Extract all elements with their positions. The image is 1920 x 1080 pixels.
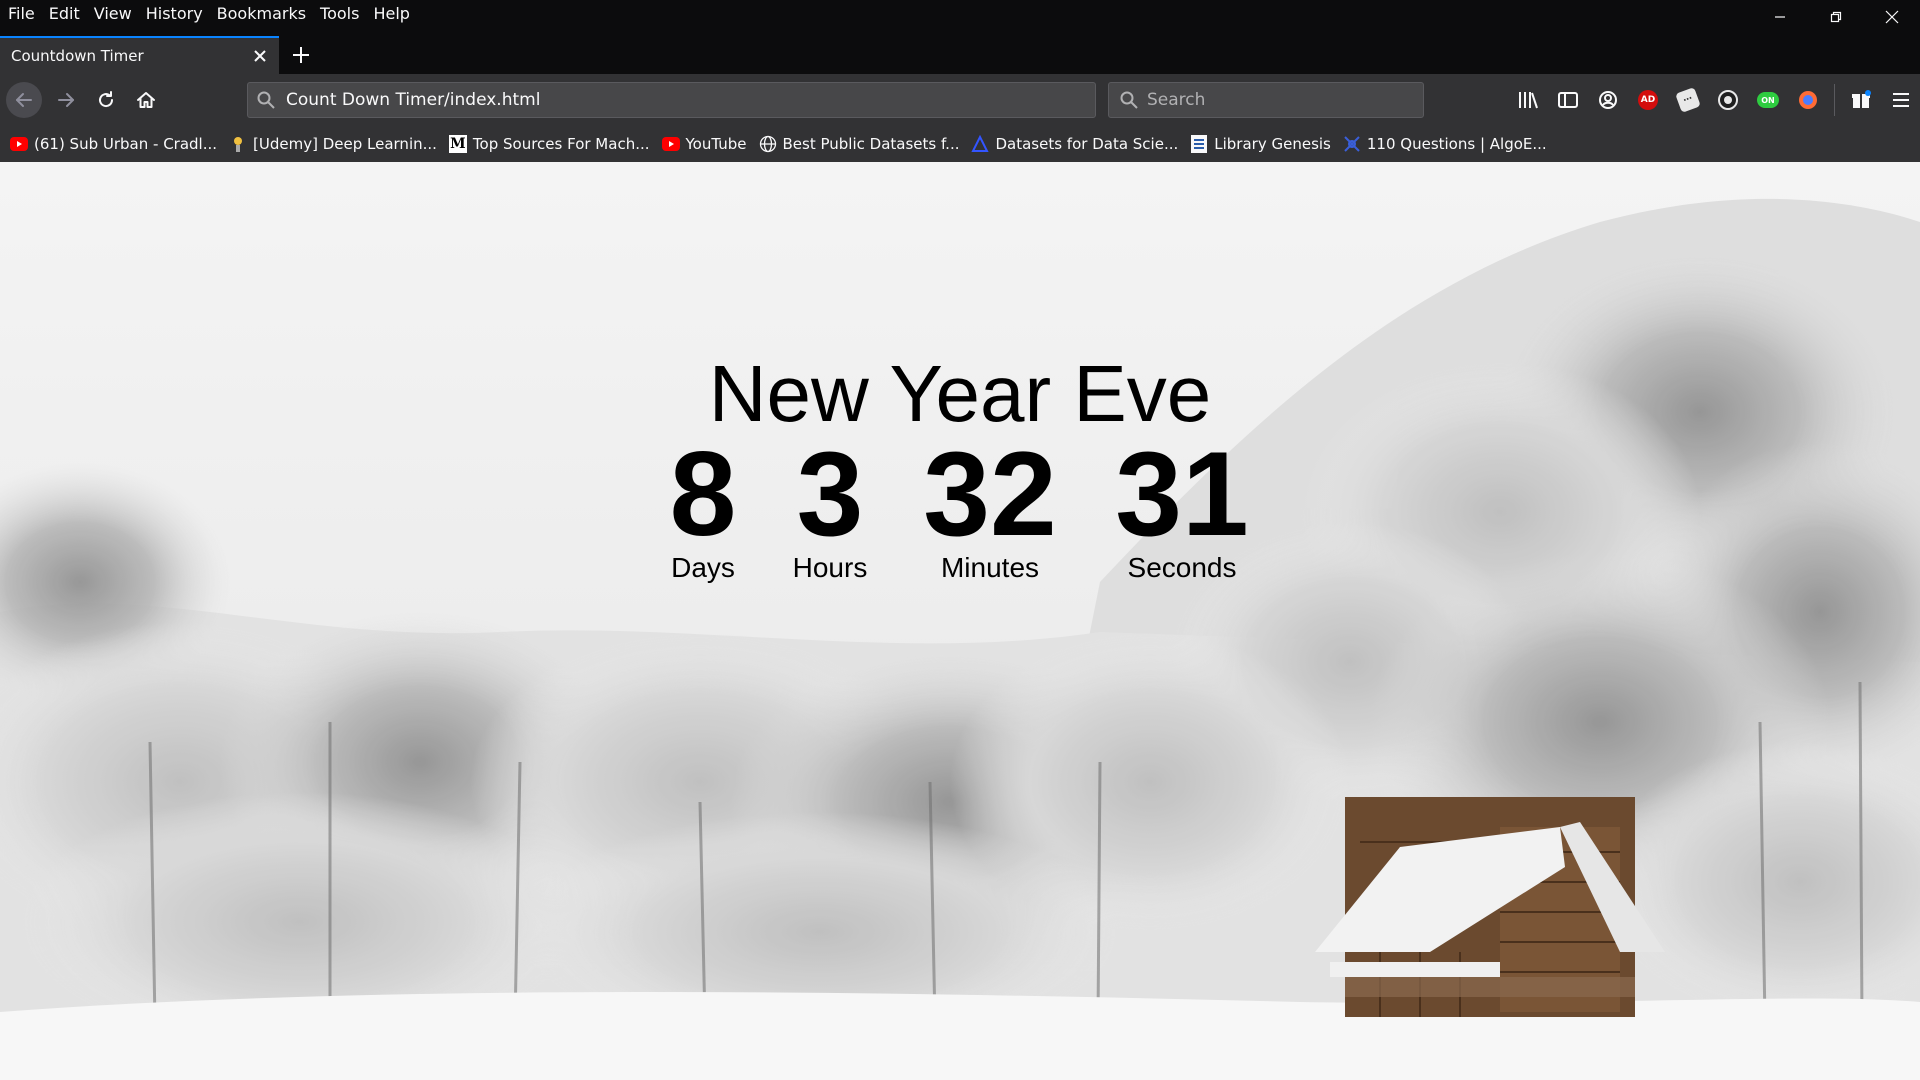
udemy-icon bbox=[229, 135, 247, 153]
globe-icon bbox=[759, 135, 777, 153]
menu-file[interactable]: File bbox=[0, 0, 42, 28]
reload-button[interactable] bbox=[88, 82, 124, 118]
extension-icon-4[interactable] bbox=[1788, 82, 1828, 118]
adblock-icon[interactable]: AD bbox=[1628, 82, 1668, 118]
extension-icon-3[interactable]: ON bbox=[1748, 82, 1788, 118]
sidebar-icon[interactable] bbox=[1548, 82, 1588, 118]
tab-close-button[interactable] bbox=[245, 41, 275, 71]
plus-icon bbox=[293, 47, 309, 63]
whats-new-icon[interactable] bbox=[1841, 82, 1881, 118]
menu-bookmarks[interactable]: Bookmarks bbox=[210, 0, 313, 28]
url-text: Count Down Timer/index.html bbox=[286, 90, 541, 110]
window-controls bbox=[1752, 0, 1920, 36]
bookmark-label: Library Genesis bbox=[1214, 135, 1331, 153]
bookmark-item[interactable]: [Udemy] Deep Learnin... bbox=[229, 135, 437, 153]
medium-icon: M bbox=[448, 135, 467, 153]
menu-edit[interactable]: Edit bbox=[42, 0, 87, 28]
close-icon bbox=[254, 50, 266, 62]
arrow-right-icon bbox=[58, 93, 74, 107]
bookmark-item[interactable]: 110 Questions | AlgoE... bbox=[1343, 135, 1547, 153]
library-icon[interactable] bbox=[1508, 82, 1548, 118]
triangle-icon bbox=[971, 135, 990, 153]
url-bar[interactable]: Count Down Timer/index.html bbox=[247, 82, 1096, 118]
close-window-button[interactable] bbox=[1864, 0, 1920, 34]
minutes-value: 32 bbox=[923, 427, 1057, 561]
navigation-toolbar: Count Down Timer/index.html AD ⋯ ON bbox=[0, 74, 1920, 126]
account-icon[interactable] bbox=[1588, 82, 1628, 118]
bookmark-item[interactable]: YouTube bbox=[661, 135, 747, 153]
countdown-container: New Year Eve 8 Days 3 Hours 32 Minutes 3… bbox=[0, 162, 1920, 1080]
minimize-button[interactable] bbox=[1752, 0, 1808, 34]
menu-view[interactable]: View bbox=[87, 0, 139, 28]
days-value: 8 bbox=[669, 427, 737, 561]
menu-icon[interactable] bbox=[1881, 82, 1920, 118]
bookmark-item[interactable]: M Top Sources For Mach... bbox=[448, 135, 650, 153]
toolbar-separator bbox=[1834, 84, 1835, 116]
minutes-counter: 32 Minutes bbox=[920, 434, 1060, 584]
search-bar[interactable] bbox=[1108, 82, 1424, 118]
bookmark-item[interactable]: Datasets for Data Scie... bbox=[971, 135, 1178, 153]
algoexpert-icon bbox=[1343, 135, 1361, 153]
extension-icon[interactable]: ⋯ bbox=[1668, 82, 1708, 118]
arrow-left-icon bbox=[16, 93, 32, 107]
hours-label: Hours bbox=[792, 552, 868, 583]
bookmark-label: YouTube bbox=[685, 135, 747, 153]
youtube-icon bbox=[10, 135, 28, 153]
minimize-icon bbox=[1775, 16, 1785, 18]
page-viewport: New Year Eve 8 Days 3 Hours 32 Minutes 3… bbox=[0, 162, 1920, 1080]
bookmark-label: Top Sources For Mach... bbox=[472, 135, 650, 153]
close-icon bbox=[1885, 10, 1899, 24]
days-counter: 8 Days bbox=[662, 434, 744, 584]
home-button[interactable] bbox=[128, 82, 164, 118]
tab-bar: Countdown Timer bbox=[0, 36, 1920, 74]
search-icon bbox=[1119, 90, 1139, 110]
seconds-label: Seconds bbox=[1127, 552, 1237, 583]
bookmark-label: Best Public Datasets f... bbox=[782, 135, 960, 153]
bookmark-label: Datasets for Data Scie... bbox=[995, 135, 1179, 153]
seconds-value: 31 bbox=[1115, 427, 1249, 561]
bookmark-item[interactable]: (61) Sub Urban - Cradl... bbox=[10, 135, 217, 153]
bookmark-label: (61) Sub Urban - Cradl... bbox=[34, 135, 218, 153]
minutes-label: Minutes bbox=[940, 552, 1040, 583]
hours-counter: 3 Hours bbox=[786, 434, 874, 584]
bookmarks-toolbar: (61) Sub Urban - Cradl... [Udemy] Deep L… bbox=[0, 126, 1920, 162]
menu-tools[interactable]: Tools bbox=[313, 0, 366, 28]
menu-bar: File Edit View History Bookmarks Tools H… bbox=[0, 0, 1920, 28]
libgen-icon bbox=[1190, 135, 1208, 153]
home-icon bbox=[137, 92, 155, 108]
new-tab-button[interactable] bbox=[286, 40, 316, 70]
restore-icon bbox=[1830, 11, 1842, 23]
days-label: Days bbox=[671, 552, 735, 583]
bookmark-item[interactable]: Best Public Datasets f... bbox=[759, 135, 960, 153]
menu-history[interactable]: History bbox=[139, 0, 210, 28]
reload-icon bbox=[99, 91, 114, 108]
back-button[interactable] bbox=[6, 82, 42, 118]
menu-help[interactable]: Help bbox=[366, 0, 416, 28]
youtube-icon bbox=[661, 135, 680, 153]
bookmark-label: [Udemy] Deep Learnin... bbox=[253, 135, 437, 153]
bookmark-label: 110 Questions | AlgoE... bbox=[1366, 135, 1547, 153]
seconds-counter: 31 Seconds bbox=[1112, 434, 1252, 584]
tab-countdown-timer[interactable]: Countdown Timer bbox=[0, 36, 279, 74]
search-icon bbox=[257, 91, 275, 109]
tab-title: Countdown Timer bbox=[11, 47, 144, 65]
restore-button[interactable] bbox=[1808, 0, 1864, 34]
hours-value: 3 bbox=[796, 427, 864, 561]
search-input[interactable] bbox=[1147, 90, 1407, 110]
toolbar-icons: AD ⋯ ON bbox=[1508, 82, 1920, 118]
extension-icon-2[interactable] bbox=[1708, 82, 1748, 118]
forward-button[interactable] bbox=[48, 82, 84, 118]
bookmark-item[interactable]: Library Genesis bbox=[1190, 135, 1331, 153]
